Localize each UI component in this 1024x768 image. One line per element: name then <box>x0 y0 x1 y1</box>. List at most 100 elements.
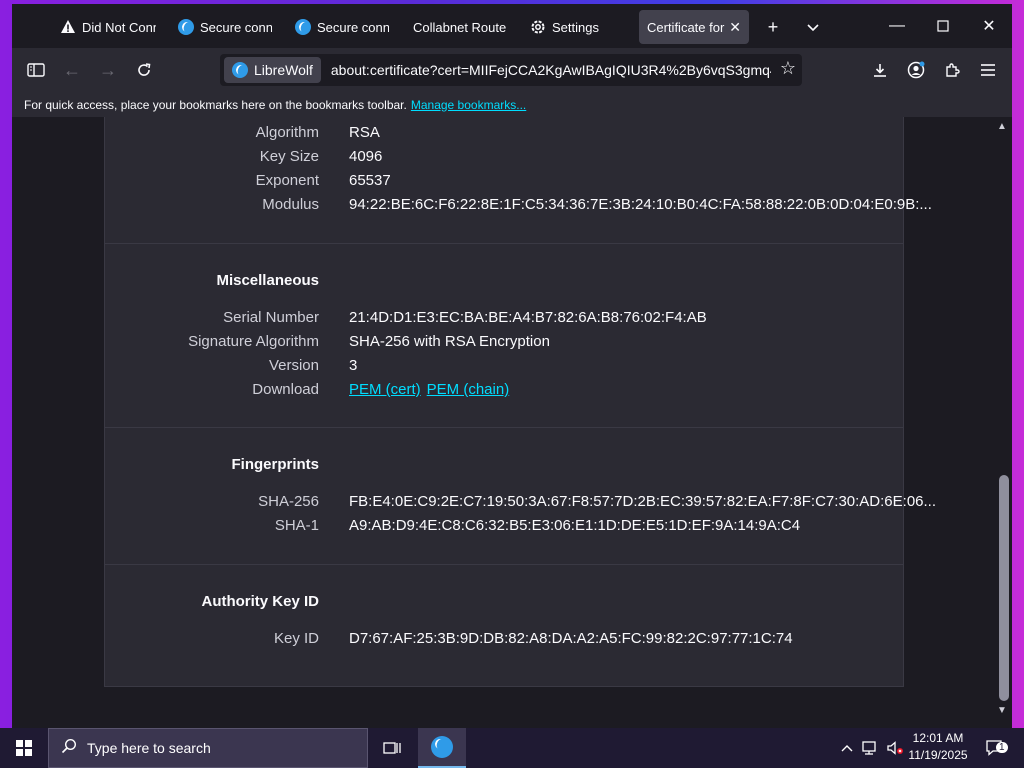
tab-certificate[interactable]: Certificate for w ✕ <box>639 10 749 44</box>
identity-label: LibreWolf <box>254 62 313 78</box>
certificate-card: Algorithm RSA Key Size 4096 Exponent 655… <box>104 117 936 687</box>
nav-bar: ← → LibreWolf about:certificate?cert=MII… <box>12 48 1012 92</box>
public-key-section: Algorithm RSA Key Size 4096 Exponent 655… <box>105 117 932 244</box>
forward-arrow-icon[interactable]: → <box>92 54 124 86</box>
key-size-row: Key Size 4096 <box>105 148 903 172</box>
serial-number-value: 21:4D:D1:E3:EC:BA:BE:A4:B7:82:6A:B8:76:0… <box>349 309 707 326</box>
sha1-row: SHA-1 A9:AB:D9:4E:C8:C6:32:B5:E3:06:E1:1… <box>105 517 903 541</box>
manage-bookmarks-link[interactable]: Manage bookmarks... <box>411 98 526 112</box>
maximize-button[interactable] <box>920 4 966 48</box>
extensions-puzzle-icon[interactable] <box>936 54 968 86</box>
back-arrow-icon[interactable]: ← <box>56 54 88 86</box>
exponent-value: 65537 <box>349 172 391 189</box>
list-all-tabs-chevron-icon[interactable] <box>798 12 828 42</box>
minimize-button[interactable]: — <box>874 4 920 48</box>
scroll-down-arrow-icon[interactable]: ▼ <box>997 705 1007 716</box>
menu-hamburger-icon[interactable] <box>972 54 1004 86</box>
warning-icon <box>60 19 76 35</box>
taskbar-librewolf-icon[interactable] <box>418 728 466 768</box>
sha256-label: SHA-256 <box>258 493 319 510</box>
tab-collabnet-router[interactable]: Collabnet Router <box>405 10 515 44</box>
browser-window: Did Not Conn Secure conne Secure conne C… <box>12 4 1012 728</box>
close-window-button[interactable]: ✕ <box>966 4 1012 48</box>
tab-did-not-connect[interactable]: Did Not Conn <box>52 10 164 44</box>
taskbar-clock[interactable]: 12:01 AM 11/19/2025 <box>900 730 976 766</box>
clock-date: 11/19/2025 <box>908 748 968 762</box>
librewolf-icon <box>232 62 248 78</box>
scroll-up-arrow-icon[interactable]: ▲ <box>997 121 1007 132</box>
tab-settings[interactable]: Settings <box>522 10 632 44</box>
tab-secure-connection-1[interactable]: Secure conne <box>170 10 280 44</box>
algorithm-value: RSA <box>349 124 380 141</box>
network-icon[interactable] <box>860 728 882 768</box>
authority-key-id-title: Authority Key ID <box>201 593 319 610</box>
fingerprints-section: Fingerprints SHA-256 FB:E4:0E:C9:2E:C7:1… <box>105 428 936 565</box>
modulus-row: Modulus 94:22:BE:6C:F6:22:8E:1F:C5:34:36… <box>105 196 932 220</box>
version-row: Version 3 <box>105 357 903 381</box>
authority-key-id-section: Authority Key ID Key ID D7:67:AF:25:3B:9… <box>105 565 903 686</box>
start-button[interactable] <box>0 728 48 768</box>
tab-label: Secure conne <box>200 19 272 35</box>
download-row: Download PEM (cert) PEM (chain) <box>105 381 903 405</box>
sha256-value: FB:E4:0E:C9:2E:C7:19:50:3A:67:F8:57:7D:2… <box>349 493 936 510</box>
serial-number-row: Serial Number 21:4D:D1:E3:EC:BA:BE:A4:B7… <box>105 309 903 333</box>
algorithm-row: Algorithm RSA <box>105 124 903 148</box>
exponent-label: Exponent <box>255 172 319 189</box>
tab-strip: Did Not Conn Secure conne Secure conne C… <box>12 4 1012 48</box>
vertical-scrollbar[interactable]: ▲ ▼ <box>994 117 1012 728</box>
downloads-icon[interactable] <box>864 54 896 86</box>
search-placeholder: Type here to search <box>87 740 211 756</box>
serial-number-label: Serial Number <box>223 309 319 326</box>
new-tab-button[interactable]: + <box>758 12 788 42</box>
miscellaneous-title: Miscellaneous <box>216 272 319 289</box>
sidebar-toggle-icon[interactable] <box>20 54 52 86</box>
version-value: 3 <box>349 357 358 374</box>
tab-label: Collabnet Router <box>413 19 507 35</box>
modulus-label: Modulus <box>262 196 319 213</box>
close-tab-icon[interactable]: ✕ <box>729 19 741 36</box>
bookmarks-toolbar: For quick access, place your bookmarks h… <box>12 92 1012 117</box>
taskbar-search-box[interactable]: Type here to search <box>48 728 368 768</box>
librewolf-icon <box>178 19 194 35</box>
tray-overflow-chevron-icon[interactable] <box>838 728 856 768</box>
signature-algorithm-value: SHA-256 with RSA Encryption <box>349 333 550 350</box>
tab-label: Did Not Conn <box>82 19 156 35</box>
sha1-label: SHA-1 <box>274 517 319 534</box>
url-bar[interactable]: LibreWolf about:certificate?cert=MIIFejC… <box>220 54 802 86</box>
notification-count: 1 <box>996 742 1008 753</box>
identity-box[interactable]: LibreWolf <box>224 57 321 83</box>
version-label: Version <box>268 357 319 374</box>
sha1-value: A9:AB:D9:4E:C8:C6:32:B5:E3:06:E1:1D:DE:E… <box>349 517 801 534</box>
gear-icon <box>530 19 546 35</box>
windows-taskbar: Type here to search 12:01 AM 11/19/2025 … <box>0 728 1024 768</box>
pem-cert-link[interactable]: PEM (cert) <box>349 381 421 398</box>
account-icon[interactable] <box>900 54 932 86</box>
download-label: Download <box>252 381 319 398</box>
bookmark-star-icon[interactable]: ☆ <box>780 58 796 79</box>
search-icon <box>61 738 77 759</box>
url-input[interactable]: about:certificate?cert=MIIFejCCA2KgAwIBA… <box>331 62 771 78</box>
download-links: PEM (cert) PEM (chain) <box>349 381 515 398</box>
miscellaneous-section: Miscellaneous Serial Number 21:4D:D1:E3:… <box>105 244 903 428</box>
key-size-label: Key Size <box>259 148 319 165</box>
bookmarks-message: For quick access, place your bookmarks h… <box>24 97 407 112</box>
librewolf-icon <box>295 19 311 35</box>
clock-time: 12:01 AM <box>912 731 964 745</box>
tab-label: Settings <box>552 19 599 35</box>
task-view-icon[interactable] <box>368 728 416 768</box>
modulus-value: 94:22:BE:6C:F6:22:8E:1F:C5:34:36:7E:3B:2… <box>349 196 932 213</box>
tab-secure-connection-2[interactable]: Secure conne <box>287 10 397 44</box>
key-id-row: Key ID D7:67:AF:25:3B:9D:DB:82:A8:DA:A2:… <box>105 630 903 654</box>
sha256-row: SHA-256 FB:E4:0E:C9:2E:C7:19:50:3A:67:F8… <box>105 493 936 517</box>
key-id-value: D7:67:AF:25:3B:9D:DB:82:A8:DA:A2:A5:FC:9… <box>349 630 793 647</box>
certificate-viewer: Algorithm RSA Key Size 4096 Exponent 655… <box>12 117 1012 728</box>
tab-label: Secure conne <box>317 19 389 35</box>
scrollbar-thumb[interactable] <box>999 475 1009 701</box>
pem-chain-link[interactable]: PEM (chain) <box>427 381 510 398</box>
reload-icon[interactable] <box>128 54 160 86</box>
fingerprints-title: Fingerprints <box>231 456 319 473</box>
key-id-label: Key ID <box>273 630 319 647</box>
key-size-value: 4096 <box>349 148 383 165</box>
notifications-icon[interactable]: 1 <box>980 728 1010 768</box>
windows-logo-icon <box>16 740 32 756</box>
